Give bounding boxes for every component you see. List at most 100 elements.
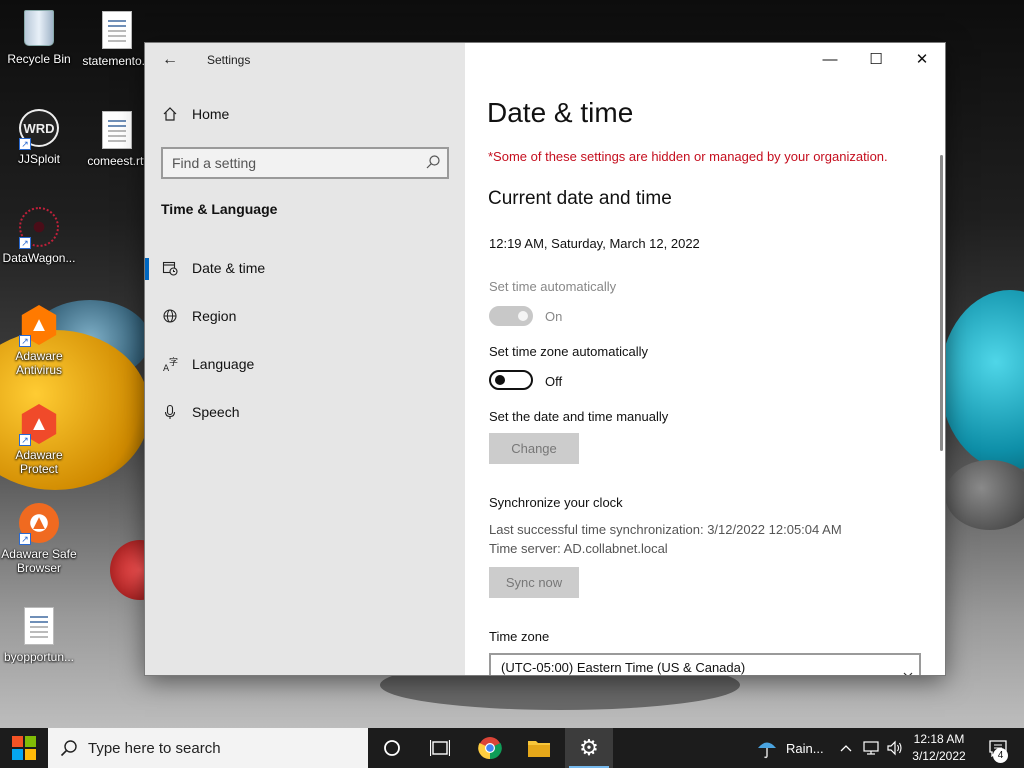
wallpaper-shape: [940, 290, 1024, 470]
wallpaper-shape: [945, 460, 1024, 530]
desktop-icon-datawagon[interactable]: ↗ DataWagon...: [0, 207, 78, 265]
current-date-time-heading: Current date and time: [488, 188, 672, 209]
taskbar-clock[interactable]: 12:18 AM 3/12/2022: [904, 731, 974, 765]
managed-notice: *Some of these settings are hidden or ma…: [488, 149, 888, 164]
sidebar-item-label: Date & time: [192, 260, 266, 276]
set-time-zone-automatically-label: Set time zone automatically: [489, 344, 648, 359]
set-time-zone-automatically-state: Off: [545, 374, 563, 389]
settings-window: ← Settings Home Time & Language Date & t…: [145, 43, 945, 675]
desktop-icon-adaware-protect[interactable]: ▲ ↗ Adaware Protect: [0, 404, 78, 476]
chrome-taskbar-button[interactable]: [466, 728, 514, 768]
desktop-icon-label: DataWagon...: [2, 251, 76, 265]
windows-logo-icon: [12, 736, 36, 760]
back-arrow-icon[interactable]: ←: [159, 51, 181, 69]
change-button[interactable]: Change: [489, 433, 579, 464]
set-manually-label: Set the date and time manually: [489, 409, 669, 424]
start-button[interactable]: [0, 728, 48, 768]
document-icon: [97, 10, 137, 50]
desktop-icon-label: Adaware Antivirus: [15, 349, 63, 377]
desktop-icon-adaware-safe-browser[interactable]: ▲ ↗ Adaware Safe Browser: [0, 503, 78, 575]
maximize-button[interactable]: ☐: [853, 43, 899, 75]
desktop-icon-label: JJSploit: [17, 152, 61, 166]
datawagon-icon: ↗: [19, 207, 59, 249]
desktop-icon-byopportun[interactable]: byopportun...: [0, 606, 78, 664]
chrome-icon: [478, 737, 502, 760]
sidebar-item-label: Speech: [192, 404, 240, 420]
time-server-text: Time server: AD.collabnet.local: [489, 541, 668, 556]
desktop-icon-adaware-antivirus[interactable]: ▲ ↗ Adaware Antivirus: [0, 305, 78, 377]
calendar-clock-icon: [161, 259, 179, 277]
chevron-down-icon: [903, 663, 913, 675]
desktop-icon-label: byopportun...: [3, 650, 75, 664]
sync-clock-heading: Synchronize your clock: [489, 495, 623, 510]
set-time-zone-automatically-toggle[interactable]: [489, 370, 533, 390]
language-icon: A字: [161, 355, 179, 373]
adaware-protect-icon: ▲ ↗: [19, 404, 59, 446]
content-scrollbar[interactable]: [940, 155, 943, 451]
sidebar-item-speech[interactable]: Speech: [145, 392, 465, 432]
settings-sidebar: ← Settings Home Time & Language Date & t…: [145, 43, 465, 675]
sidebar-section-title: Time & Language: [161, 201, 278, 217]
adaware-antivirus-icon: ▲ ↗: [19, 305, 59, 347]
home-icon: [161, 105, 179, 123]
cortana-button[interactable]: [368, 728, 416, 768]
weather-text[interactable]: Rain...: [786, 741, 824, 756]
sidebar-item-date-time[interactable]: Date & time: [145, 248, 465, 288]
sidebar-item-region[interactable]: Region: [145, 296, 465, 336]
document-icon: [97, 110, 137, 150]
settings-taskbar-button[interactable]: ⚙: [565, 728, 613, 768]
task-view-icon: [430, 740, 450, 756]
last-sync-text: Last successful time synchronization: 3/…: [489, 522, 842, 537]
document-icon: [19, 606, 59, 646]
sidebar-item-home[interactable]: Home: [161, 105, 229, 123]
search-icon[interactable]: [425, 154, 441, 170]
page-title: Date & time: [487, 97, 634, 128]
desktop-icon-label: Adaware Safe Browser: [1, 547, 77, 575]
sidebar-item-label: Home: [192, 106, 230, 122]
sidebar-item-language[interactable]: A字 Language: [145, 344, 465, 384]
taskbar: Type here to search ⚙ Rain... 12:18 AM 3…: [0, 728, 1024, 768]
shortcut-arrow-icon: ↗: [19, 434, 31, 446]
folder-icon: [528, 741, 550, 757]
volume-icon[interactable]: [884, 728, 906, 768]
clock-time: 12:18 AM: [913, 732, 965, 746]
shortcut-arrow-icon: ↗: [19, 533, 31, 545]
find-setting-search[interactable]: [161, 147, 449, 179]
sync-now-button[interactable]: Sync now: [489, 567, 579, 598]
settings-content: — ☐ Date & time *Some of these settings …: [465, 43, 945, 675]
minimize-button[interactable]: —: [807, 43, 853, 75]
taskbar-search-box[interactable]: Type here to search: [48, 728, 368, 768]
shortcut-arrow-icon: ↗: [19, 237, 31, 249]
file-explorer-taskbar-button[interactable]: [515, 728, 563, 768]
chevron-up-icon[interactable]: [836, 728, 856, 768]
recycle-bin-icon: [19, 8, 59, 48]
svg-text:字: 字: [169, 356, 178, 368]
sidebar-item-label: Language: [192, 356, 255, 372]
taskbar-search-placeholder: Type here to search: [88, 739, 221, 757]
set-time-automatically-state: On: [545, 309, 563, 324]
current-date-time-value: 12:19 AM, Saturday, March 12, 2022: [489, 236, 700, 251]
time-zone-value: (UTC-05:00) Eastern Time (US & Canada): [501, 660, 746, 675]
search-icon: [60, 740, 77, 757]
set-time-automatically-label: Set time automatically: [489, 279, 617, 294]
sidebar-item-label: Region: [192, 308, 237, 324]
time-zone-select[interactable]: (UTC-05:00) Eastern Time (US & Canada): [489, 653, 921, 675]
task-view-button[interactable]: [416, 728, 464, 768]
adaware-safe-browser-icon: ▲ ↗: [19, 503, 59, 545]
weather-icon[interactable]: [752, 728, 782, 768]
globe-icon: [161, 307, 179, 325]
desktop-icon-recycle-bin[interactable]: Recycle Bin: [0, 8, 78, 66]
desktop-icon-jjsploit[interactable]: WRD ↗ JJSploit: [0, 108, 78, 166]
close-button[interactable]: ✕: [899, 43, 945, 75]
clock-date: 3/12/2022: [912, 749, 966, 763]
cortana-circle-icon: [384, 740, 400, 756]
find-setting-input[interactable]: [163, 149, 413, 177]
desktop-icon-label: Recycle Bin: [7, 52, 71, 66]
time-zone-label: Time zone: [489, 629, 550, 644]
shortcut-arrow-icon: ↗: [19, 335, 31, 347]
microphone-icon: [161, 403, 179, 421]
set-time-automatically-toggle: [489, 306, 533, 326]
network-icon[interactable]: [860, 728, 882, 768]
shortcut-arrow-icon: ↗: [19, 138, 31, 150]
jjsploit-icon: WRD ↗: [19, 108, 59, 150]
